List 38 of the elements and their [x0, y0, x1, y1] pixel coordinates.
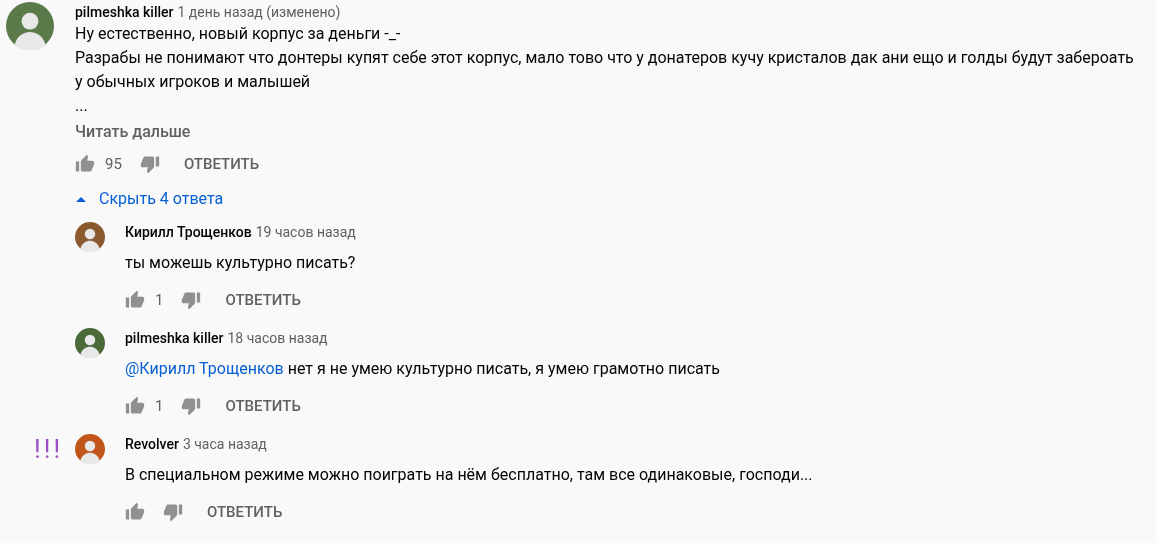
- reply-button[interactable]: ОТВЕТИТЬ: [179, 152, 264, 176]
- avatar-icon: [6, 2, 54, 50]
- avatar-icon: [75, 434, 105, 464]
- thumbs-up-icon[interactable]: [125, 290, 145, 310]
- avatar-icon: [75, 328, 105, 358]
- like-count: 1: [155, 289, 164, 311]
- timestamp[interactable]: 3 часа назад: [182, 434, 267, 455]
- author-name[interactable]: pilmeshka killer: [125, 328, 224, 349]
- reply-button[interactable]: ОТВЕТИТЬ: [203, 500, 287, 524]
- caret-icon: [75, 195, 87, 203]
- author-name[interactable]: Revolver: [125, 434, 179, 455]
- reply-button[interactable]: ОТВЕТИТЬ: [221, 288, 305, 312]
- like-count: 1: [155, 395, 164, 417]
- annotation-mark: !!!: [34, 433, 64, 466]
- mention-link[interactable]: @Кирилл Трощенков: [125, 352, 284, 386]
- timestamp[interactable]: 19 часов назад: [255, 222, 356, 243]
- thumbs-down-icon[interactable]: [163, 502, 183, 522]
- replies-toggle[interactable]: Скрыть 4 ответа: [75, 184, 1145, 214]
- reply-text: нет я не умею культурно писать, я умею грамотно писать: [287, 358, 720, 380]
- comment-text: Разрабы не понимают что донтеры купят себе этот корпус, мало тово что у донатеров кучу кристалов дак ани ещо и голды будут забероать у обычных игроков и малышей: [75, 47, 1135, 93]
- reply-button[interactable]: ОТВЕТИТЬ: [221, 394, 305, 418]
- thumbs-down-icon[interactable]: [181, 396, 202, 416]
- reply-text: ты можешь культурно писать?: [125, 252, 356, 274]
- reply-text: В специальном режиме можно поиграть на нём бесплатно, там все одинаковые, господи...: [125, 464, 813, 486]
- author-name[interactable]: pilmeshka killer: [75, 2, 174, 23]
- like-count: 95: [105, 153, 122, 175]
- timestamp[interactable]: 1 день назад (изменено): [177, 2, 341, 23]
- thumbs-down-icon[interactable]: [139, 154, 160, 174]
- thumbs-up-icon[interactable]: [125, 396, 145, 416]
- author-name[interactable]: Кирилл Трощенков: [125, 222, 252, 243]
- read-more-link[interactable]: Читать дальше: [75, 120, 1145, 144]
- timestamp[interactable]: 18 часов назад: [227, 328, 328, 349]
- thumbs-up-icon[interactable]: [125, 502, 145, 522]
- comment-text: Ну естественно, новый корпус за деньги -_-: [75, 23, 402, 45]
- comment-text: ...: [75, 95, 89, 117]
- avatar-icon: [75, 222, 105, 252]
- thumbs-up-icon[interactable]: [75, 154, 95, 174]
- thumbs-down-icon[interactable]: [181, 290, 202, 310]
